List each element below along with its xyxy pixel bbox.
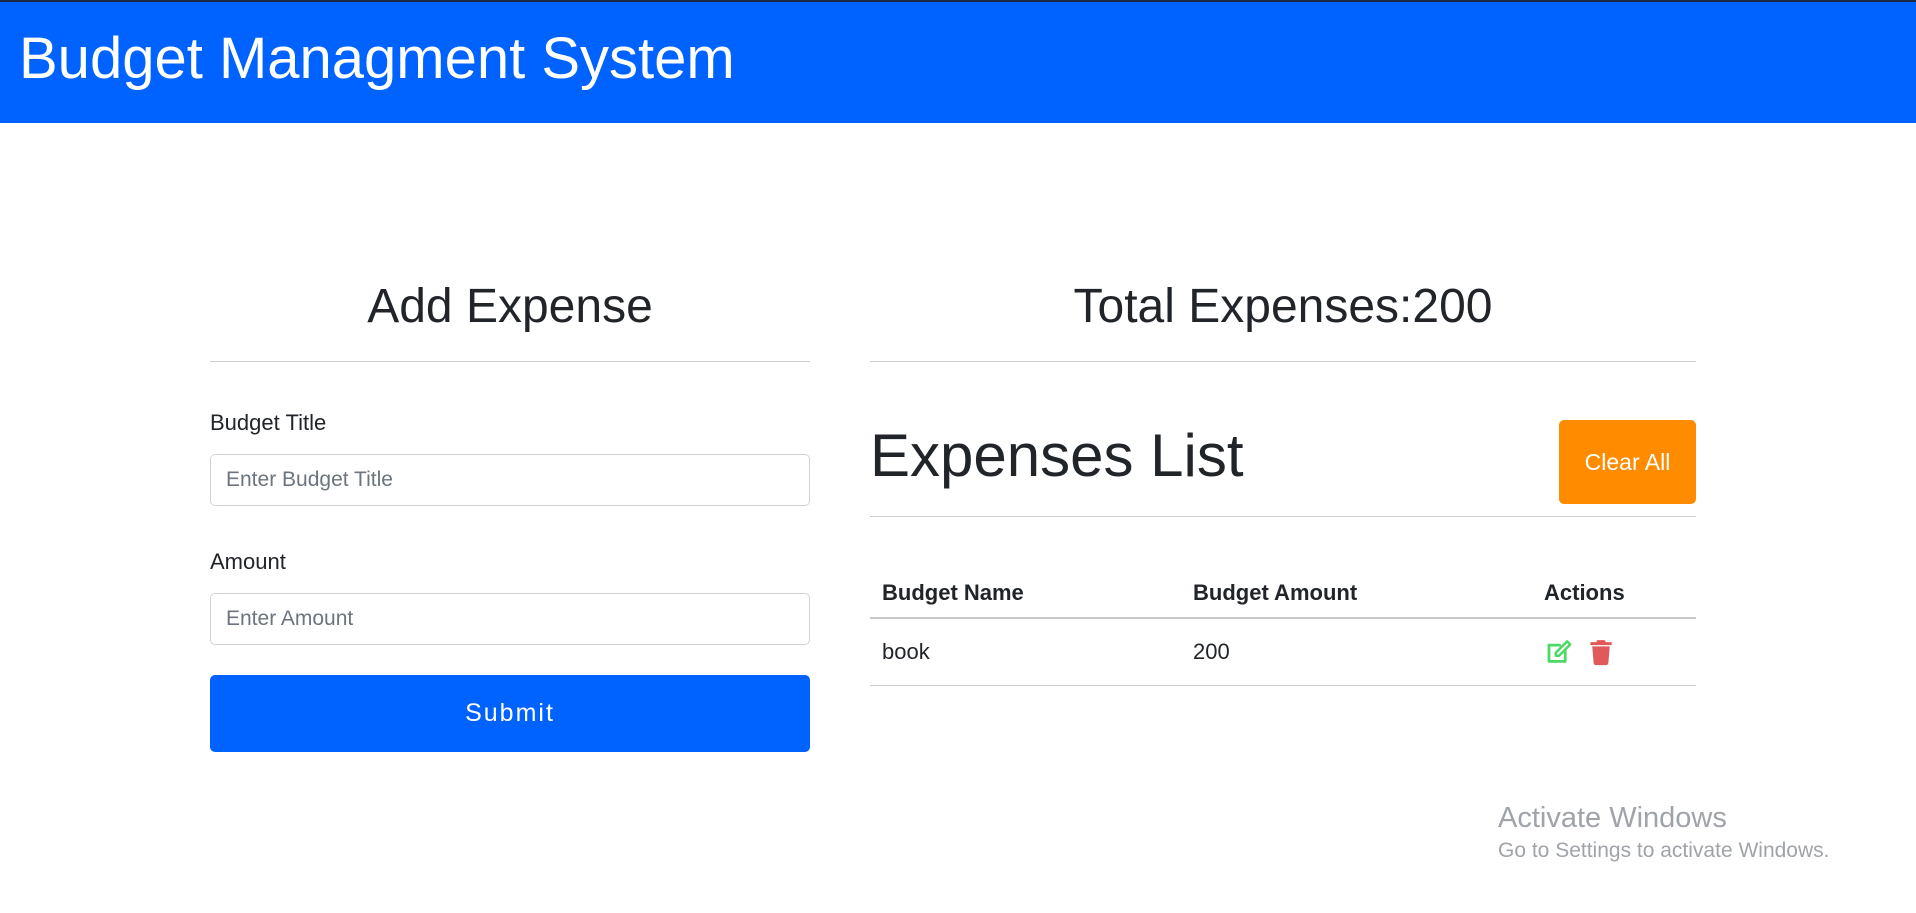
table-row: book 200 (870, 618, 1696, 686)
budget-title-label: Budget Title (210, 410, 327, 435)
expenses-list-heading: Expenses List (870, 422, 1244, 489)
amount-input[interactable] (210, 593, 810, 645)
expenses-panel: Total Expenses:200 Expenses List Clear A… (870, 270, 1696, 686)
budget-amount-cell: 200 (1181, 618, 1532, 686)
column-header-budget-name: Budget Name (870, 569, 1181, 619)
clear-all-button[interactable]: Clear All (1559, 420, 1696, 504)
add-expense-heading: Add Expense (367, 280, 653, 333)
add-expense-panel: Add Expense Budget Title Amount Submit (210, 270, 810, 752)
budget-name-cell: book (870, 618, 1181, 686)
submit-button[interactable]: Submit (210, 675, 810, 752)
top-navbar: Budget Managment System (0, 0, 1916, 123)
expenses-table: Budget Name Budget Amount Actions book 2… (870, 569, 1696, 686)
actions-cell (1532, 618, 1696, 686)
total-expenses-heading: Total Expenses:200 (1073, 280, 1493, 333)
watermark-subtitle: Go to Settings to activate Windows. (1498, 839, 1830, 862)
budget-title-input[interactable] (210, 454, 810, 506)
trash-icon[interactable] (1586, 637, 1616, 667)
expenses-list-header: Expenses List Clear All (870, 362, 1696, 516)
column-header-budget-amount: Budget Amount (1181, 569, 1532, 619)
divider (210, 361, 810, 362)
activate-windows-watermark: Activate Windows Go to Settings to activ… (1498, 800, 1830, 866)
divider (870, 516, 1696, 517)
column-header-actions: Actions (1532, 569, 1696, 619)
watermark-title: Activate Windows (1498, 802, 1727, 834)
amount-label: Amount (210, 549, 286, 574)
app-title: Budget Managment System (19, 26, 735, 91)
table-header-row: Budget Name Budget Amount Actions (870, 569, 1696, 619)
edit-icon[interactable] (1544, 637, 1574, 667)
